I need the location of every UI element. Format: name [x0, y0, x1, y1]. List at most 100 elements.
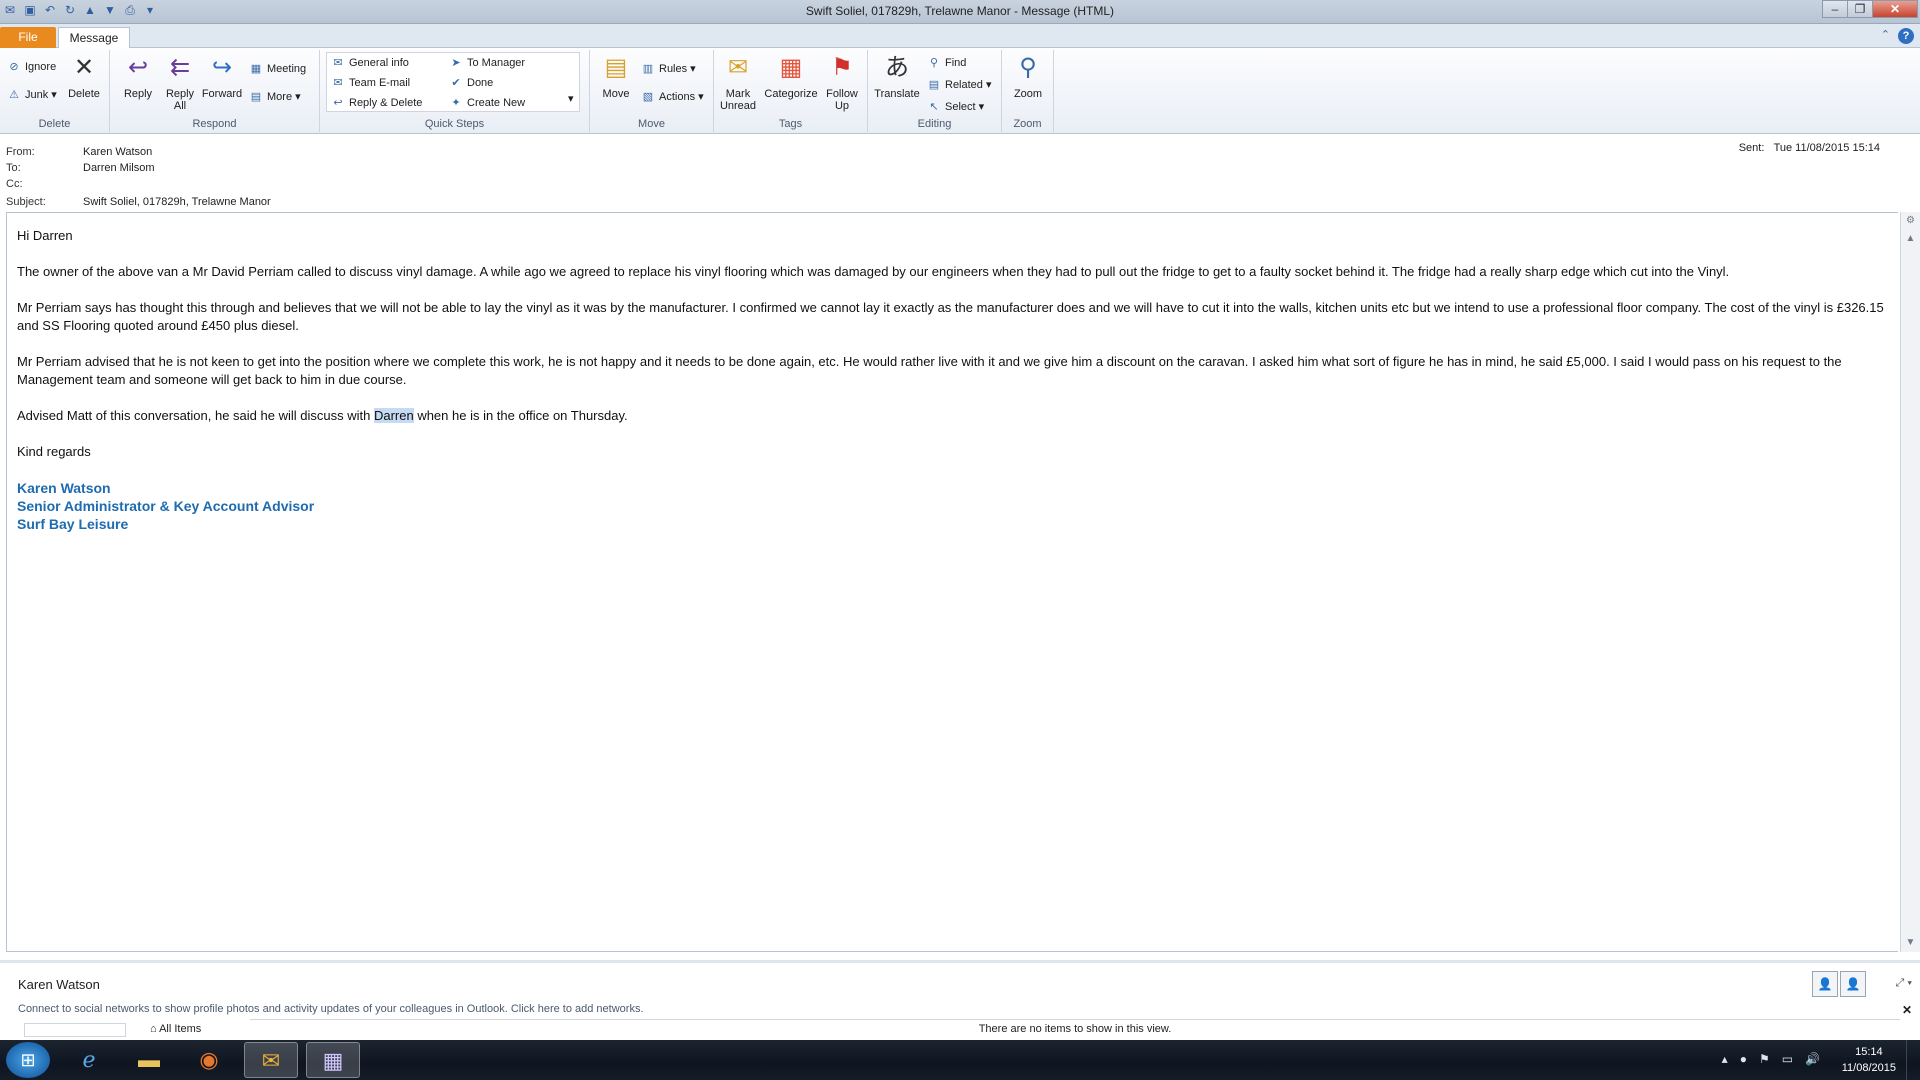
sent-info: Sent: Tue 11/08/2015 15:14 — [1739, 142, 1880, 154]
move-group: ▤ Move ▥ Rules ▾ ▧ Actions ▾ Move — [590, 50, 714, 132]
meeting-button[interactable]: ▦ Meeting — [248, 60, 306, 78]
cursor-icon: ↖ — [929, 101, 939, 113]
reply-all-button[interactable]: ⇇ Reply All — [158, 52, 202, 112]
title-bar: ✉ ▣ ↶ ↻ ▲ ▼ ⎙ ▾ Swift Soliel, 017829h, T… — [0, 0, 1920, 24]
mark-unread-button[interactable]: ✉ Mark Unread — [716, 52, 760, 112]
avatar-icon[interactable]: 👤 — [1812, 971, 1838, 997]
avatar-icon-2[interactable]: 👤 — [1840, 971, 1866, 997]
quick-steps-more-icon[interactable]: ▾ — [568, 90, 574, 108]
related-button[interactable]: ▤ Related ▾ — [926, 76, 992, 94]
outlook-taskbar-icon[interactable]: ✉ — [244, 1042, 298, 1078]
file-explorer-icon[interactable]: ▬ — [122, 1042, 176, 1078]
all-items-filter[interactable]: ⌂ All Items — [150, 1023, 201, 1035]
delete-button[interactable]: ✕ Delete — [62, 52, 106, 100]
envelope-icon: ✉ — [727, 54, 749, 81]
move-folder-icon: ▤ — [604, 54, 628, 81]
zoom-group: ⚲ Zoom Zoom — [1002, 50, 1054, 132]
binoculars-icon: ⚲ — [929, 57, 939, 69]
message-body-pane[interactable]: Hi Darren The owner of the above van a M… — [6, 212, 1898, 952]
zoom-button[interactable]: ⚲ Zoom — [1006, 52, 1050, 100]
move-button[interactable]: ▤ Move — [594, 52, 638, 100]
editing-group-label: Editing — [917, 118, 952, 130]
subject-value: Swift Soliel, 017829h, Trelawne Manor — [83, 196, 271, 208]
junk-icon: ⚠ — [9, 89, 19, 101]
translate-button[interactable]: あ Translate — [872, 52, 922, 100]
start-button[interactable]: ⊞ — [6, 1042, 50, 1078]
expand-people-pane-icon[interactable]: ⤢ ▾ — [1896, 977, 1912, 990]
firefox-icon[interactable]: ◉ — [182, 1042, 236, 1078]
selected-text[interactable]: Darren — [373, 408, 414, 423]
sent-label: Sent: — [1738, 142, 1765, 154]
respond-group: ↩ Reply ⇇ Reply All ↪ Forward ▦ Meeting ▤ More… — [110, 50, 320, 132]
from-value[interactable]: Karen Watson — [83, 146, 152, 158]
close-note-icon[interactable]: ✕ — [1902, 1003, 1912, 1017]
close-button[interactable]: ✕ — [1872, 0, 1918, 18]
help-icon[interactable]: ? — [1898, 28, 1914, 44]
reply-icon: ↩ — [127, 54, 149, 81]
show-hidden-icons-icon[interactable]: ▴ — [1722, 1052, 1728, 1066]
more-button[interactable]: ▤ More ▾ — [248, 88, 301, 106]
scroll-down-icon[interactable]: ▼ — [1901, 934, 1920, 952]
actions-icon: ▧ — [642, 91, 654, 103]
tab-file[interactable]: File — [0, 27, 56, 48]
action-center-flag-icon[interactable]: ⚑ — [1759, 1052, 1770, 1066]
scroll-up-icon[interactable]: ▲ — [1901, 230, 1920, 248]
scroll-track[interactable] — [1901, 248, 1920, 934]
categorize-button[interactable]: ▦ Categorize — [764, 52, 818, 100]
respond-group-label: Respond — [192, 118, 237, 130]
rules-icon: ▥ — [642, 63, 654, 75]
social-networks-note[interactable]: Connect to social networks to show profi… — [18, 1003, 644, 1015]
quickstep-general-info[interactable]: ✉ General info — [330, 54, 409, 72]
to-value[interactable]: Darren Milsom — [83, 162, 155, 174]
clock-date: 11/08/2015 — [1841, 1062, 1896, 1074]
related-icon: ▤ — [928, 79, 940, 91]
vertical-scrollbar[interactable]: ⚙ ▲ ▼ — [1900, 212, 1920, 952]
select-button[interactable]: ↖ Select ▾ — [926, 98, 984, 116]
delete-group-label: Delete — [38, 118, 71, 130]
quickstep-create-new[interactable]: ✦ Create New — [448, 94, 525, 112]
window-controls: – ❐ ✕ — [1822, 0, 1918, 18]
reply-button[interactable]: ↩ Reply — [116, 52, 160, 100]
clock[interactable]: 15:14 11/08/2015 — [1842, 1044, 1896, 1076]
quick-steps-group: ✉ General info ✉ Team E-mail ↩ Reply & Dele… — [320, 50, 590, 132]
rules-button[interactable]: ▥ Rules ▾ — [640, 60, 696, 78]
junk-button[interactable]: ⚠ Junk ▾ — [6, 86, 57, 104]
internet-explorer-icon[interactable]: ℯ — [62, 1042, 116, 1078]
move-group-label: Move — [638, 118, 665, 130]
actions-button[interactable]: ▧ Actions ▾ — [640, 88, 704, 106]
message-body: Hi Darren The owner of the above van a M… — [17, 227, 1887, 533]
follow-up-button[interactable]: ⚑ Follow Up — [820, 52, 864, 112]
minimize-ribbon-icon[interactable]: ⌃ — [1881, 28, 1890, 44]
editing-group: あ Translate ⚲ Find ▤ Related ▾ ↖ Select ▾ Ed… — [868, 50, 1002, 132]
forward-button[interactable]: ↪ Forward — [200, 52, 244, 100]
tab-message[interactable]: Message — [58, 27, 130, 48]
message-header: From: Karen Watson To: Darren Milsom Cc: S… — [0, 140, 1920, 210]
ribbon: ⊘ Ignore ⚠ Junk ▾ ✕ Delete Delete ↩ Reply ⇇ R… — [0, 48, 1920, 134]
people-pane: Karen Watson 👤 👤 ⤢ ▾ Connect to social n… — [0, 960, 1920, 1037]
people-pane-filter-box[interactable] — [24, 1023, 126, 1037]
network-status-icon[interactable]: ● — [1740, 1052, 1747, 1066]
scroll-settings-icon[interactable]: ⚙ — [1901, 212, 1920, 230]
quickstep-team-email[interactable]: ✉ Team E-mail — [330, 74, 410, 92]
taskbar: ⊞ ℯ ▬ ◉ ✉ ▦ ▴ ● ⚑ ▭ 🔊 15:14 11/08/2015 — [0, 1040, 1920, 1080]
to-label: To: — [6, 162, 21, 174]
minimize-button[interactable]: – — [1822, 0, 1848, 18]
volume-icon[interactable]: 🔊 — [1805, 1052, 1820, 1066]
magnifier-icon: ⚲ — [1019, 54, 1037, 81]
maximize-button[interactable]: ❐ — [1847, 0, 1873, 18]
quickstep-reply-delete[interactable]: ↩ Reply & Delete — [330, 94, 422, 112]
network-icon[interactable]: ▭ — [1782, 1052, 1793, 1066]
meeting-icon: ▦ — [250, 63, 262, 75]
closing: Kind regards — [17, 444, 91, 459]
quickstep-to-manager[interactable]: ➤ To Manager — [448, 54, 525, 72]
calculator-app-icon[interactable]: ▦ — [306, 1042, 360, 1078]
ignore-button[interactable]: ⊘ Ignore — [6, 58, 56, 76]
show-desktop-button[interactable] — [1906, 1040, 1920, 1080]
reply-delete-icon: ↩ — [333, 97, 343, 109]
subject-label: Subject: — [6, 196, 46, 208]
translate-icon: あ — [885, 54, 909, 81]
quickstep-done[interactable]: ✔ Done — [448, 74, 493, 92]
tags-group-label: Tags — [778, 118, 803, 130]
find-button[interactable]: ⚲ Find — [926, 54, 966, 72]
greeting: Hi Darren — [17, 228, 73, 243]
